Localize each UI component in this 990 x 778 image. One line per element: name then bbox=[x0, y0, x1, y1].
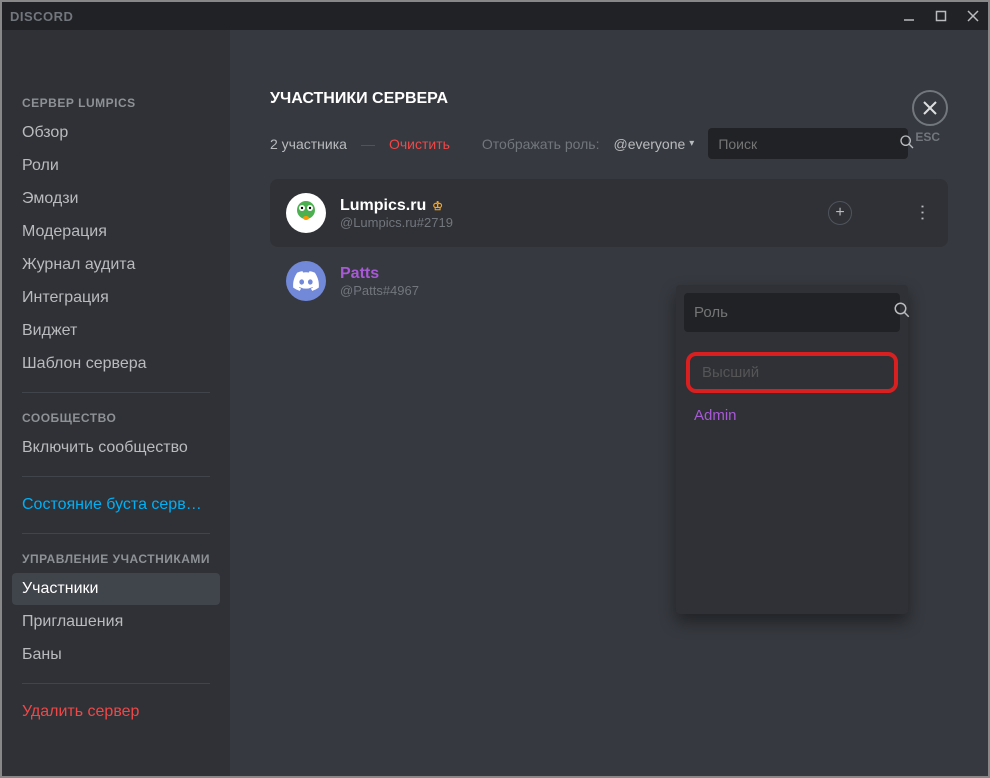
sidebar-item-audit[interactable]: Журнал аудита bbox=[12, 249, 220, 281]
member-tag: @Lumpics.ru#2719 bbox=[340, 215, 828, 230]
esc-label: ESC bbox=[915, 130, 940, 144]
role-search-box[interactable] bbox=[684, 293, 900, 332]
sidebar-item-overview[interactable]: Обзор bbox=[12, 117, 220, 149]
minimize-button[interactable] bbox=[902, 9, 916, 23]
sidebar-item-widget[interactable]: Виджет bbox=[12, 315, 220, 347]
role-option-highlighted[interactable]: Высший bbox=[686, 352, 898, 393]
sidebar-item-bans[interactable]: Баны bbox=[12, 639, 220, 671]
search-input[interactable] bbox=[718, 136, 899, 152]
close-button[interactable] bbox=[912, 90, 948, 126]
chevron-down-icon: ▾ bbox=[689, 138, 694, 149]
sidebar-item-invites[interactable]: Приглашения bbox=[12, 606, 220, 638]
member-name: Patts bbox=[340, 265, 932, 283]
sidebar-item-enable-community[interactable]: Включить сообщество bbox=[12, 432, 220, 464]
avatar bbox=[286, 193, 326, 233]
sidebar-item-integration[interactable]: Интеграция bbox=[12, 282, 220, 314]
sidebar-item-roles[interactable]: Роли bbox=[12, 150, 220, 182]
divider bbox=[22, 683, 210, 684]
member-name: Lumpics.ru ♔ bbox=[340, 197, 828, 215]
role-dropdown[interactable]: @everyone ▾ bbox=[613, 136, 694, 152]
role-search-input[interactable] bbox=[694, 304, 893, 321]
sidebar: СЕРВЕР LUMPICS Обзор Роли Эмодзи Модерац… bbox=[2, 30, 230, 776]
close-icon bbox=[921, 99, 939, 117]
sidebar-header-members: УПРАВЛЕНИЕ УЧАСТНИКАМИ bbox=[12, 546, 220, 572]
role-selected: @everyone bbox=[613, 136, 685, 152]
content: ESC УЧАСТНИКИ СЕРВЕРА 2 участника — Очис… bbox=[230, 30, 988, 776]
app-name: DISCORD bbox=[10, 9, 73, 24]
role-popup: Высший Admin bbox=[676, 285, 908, 614]
sidebar-header-community: СООБЩЕСТВО bbox=[12, 405, 220, 431]
divider bbox=[22, 392, 210, 393]
sidebar-header-server: СЕРВЕР LUMPICS bbox=[12, 90, 220, 116]
sidebar-item-members[interactable]: Участники bbox=[12, 573, 220, 605]
search-icon bbox=[899, 134, 915, 153]
more-button[interactable]: ⋯ bbox=[912, 203, 933, 223]
avatar bbox=[286, 261, 326, 301]
maximize-button[interactable] bbox=[934, 9, 948, 23]
member-row[interactable]: Lumpics.ru ♔ @Lumpics.ru#2719 + ⋯ bbox=[270, 179, 948, 247]
sidebar-item-delete-server[interactable]: Удалить сервер bbox=[12, 696, 220, 728]
clear-button[interactable]: Очистить bbox=[389, 136, 450, 152]
search-box[interactable] bbox=[708, 128, 908, 159]
sidebar-item-emoji[interactable]: Эмодзи bbox=[12, 183, 220, 215]
owner-crown-icon: ♔ bbox=[432, 199, 443, 213]
sidebar-item-moderation[interactable]: Модерация bbox=[12, 216, 220, 248]
filter-row: 2 участника — Очистить Отображать роль: … bbox=[270, 128, 948, 159]
titlebar: DISCORD bbox=[2, 2, 988, 30]
divider bbox=[22, 476, 210, 477]
add-role-button[interactable]: + bbox=[828, 201, 852, 225]
search-icon bbox=[893, 301, 911, 324]
member-count: 2 участника bbox=[270, 136, 347, 152]
role-option-admin[interactable]: Admin bbox=[676, 397, 908, 434]
sidebar-item-boost[interactable]: Состояние буста серв… bbox=[12, 489, 220, 521]
dash: — bbox=[361, 136, 375, 152]
page-title: УЧАСТНИКИ СЕРВЕРА bbox=[270, 90, 948, 108]
sidebar-item-template[interactable]: Шаблон сервера bbox=[12, 348, 220, 380]
display-role-label: Отображать роль: bbox=[482, 136, 600, 152]
close-window-button[interactable] bbox=[966, 9, 980, 23]
divider bbox=[22, 533, 210, 534]
